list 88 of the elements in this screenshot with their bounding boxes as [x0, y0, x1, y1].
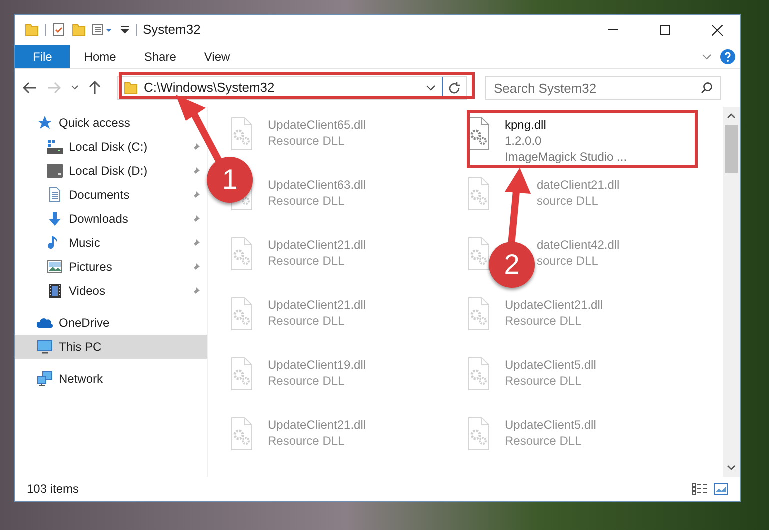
sidebar-label: Documents	[69, 187, 131, 204]
dropdown-icon[interactable]	[120, 25, 130, 35]
refresh-icon[interactable]	[448, 82, 461, 94]
view-options-icon[interactable]	[92, 23, 114, 37]
sidebar-label: Pictures	[69, 259, 114, 276]
file-detail[interactable]: Resource DLL	[268, 193, 366, 209]
document-icon	[47, 187, 63, 203]
search-field[interactable]: Search System32	[485, 76, 721, 100]
address-path: C:\Windows\System32	[144, 79, 275, 98]
file-detail[interactable]: Resource DLL	[268, 133, 366, 149]
scroll-up-icon[interactable]	[727, 113, 736, 119]
file-detail[interactable]: Resource DLL	[505, 313, 604, 329]
file-name[interactable]: UpdateClient21.dll	[268, 297, 366, 313]
sidebar-label: Music	[69, 235, 102, 252]
help-icon[interactable]	[720, 48, 736, 64]
properties-icon[interactable]	[52, 23, 66, 37]
sidebar-item[interactable]: Local Disk (D:)	[15, 159, 207, 183]
close-icon	[712, 24, 722, 36]
sidebar-item[interactable]: Downloads	[15, 207, 207, 231]
sidebar-item[interactable]: This PC	[15, 335, 207, 359]
minimize-icon	[608, 29, 618, 31]
file-name[interactable]: UpdateClient21.dll	[268, 417, 366, 433]
sidebar-label: Local Disk (C:)	[69, 139, 149, 156]
picture-icon	[47, 259, 63, 275]
file-detail[interactable]: 1.2.0.0	[505, 133, 628, 149]
search-icon	[701, 82, 713, 94]
sidebar-item[interactable]: Network	[15, 367, 207, 391]
details-view-icon[interactable]	[692, 483, 708, 495]
folder-icon[interactable]	[25, 23, 39, 37]
file-name[interactable]: UpdateClient21.dll	[505, 297, 604, 313]
film-icon	[47, 283, 63, 299]
address-bar[interactable]: C:\Windows\System32	[117, 76, 467, 100]
file-name[interactable]: dateClient42.dll	[537, 237, 620, 253]
up-arrow-icon[interactable]	[89, 81, 101, 95]
ribbon-tab[interactable]: View	[190, 45, 244, 68]
file-name[interactable]: UpdateClient21.dll	[268, 237, 366, 253]
sidebar-label: Downloads	[69, 211, 130, 228]
network-icon	[37, 371, 53, 387]
file-detail[interactable]: Resource DLL	[505, 433, 596, 449]
dropdown-caret-icon[interactable]	[426, 85, 436, 91]
file-detail[interactable]: source DLL	[537, 253, 620, 269]
expand-ribbon-icon[interactable]	[702, 54, 712, 60]
sidebar-label: Network	[59, 371, 104, 388]
file-name[interactable]: UpdateClient5.dll	[505, 417, 596, 433]
window-title: System32	[143, 21, 201, 40]
sidebar-label: This PC	[59, 339, 103, 356]
large-icons-view-icon[interactable]	[714, 483, 728, 495]
folder-icon	[124, 81, 138, 95]
file-name[interactable]: UpdateClient19.dll	[268, 357, 366, 373]
file-detail[interactable]: Resource DLL	[268, 433, 366, 449]
new-folder-icon[interactable]	[72, 23, 86, 37]
recent-locations-icon[interactable]	[71, 85, 79, 91]
file-detail[interactable]: source DLL	[537, 193, 620, 209]
star-icon	[37, 115, 53, 131]
sidebar-item[interactable]: Documents	[15, 183, 207, 207]
sidebar-label: Local Disk (D:)	[69, 163, 149, 180]
file-name[interactable]: UpdateClient65.dll	[268, 117, 366, 133]
download-arrow-icon	[47, 211, 63, 227]
sidebar-item[interactable]: Videos	[15, 279, 207, 303]
sidebar-label: Videos	[69, 283, 106, 300]
ribbon-tab[interactable]: Home	[70, 45, 130, 68]
drive-icon	[47, 163, 63, 179]
maximize-icon	[660, 25, 670, 35]
file-detail[interactable]: Resource DLL	[505, 373, 596, 389]
sidebar-label: Quick access	[59, 115, 132, 132]
ribbon-tab[interactable]: File	[15, 45, 70, 68]
scroll-down-icon[interactable]	[727, 465, 736, 471]
monitor-icon	[37, 339, 53, 355]
file-detail[interactable]: Resource DLL	[268, 253, 366, 269]
sidebar-item[interactable]: Local Disk (C:)	[15, 135, 207, 159]
item-count: 103 items	[27, 481, 80, 498]
ribbon-tab[interactable]: Share	[130, 45, 190, 68]
sidebar-item[interactable]: Pictures	[15, 255, 207, 279]
file-detail[interactable]: ImageMagick Studio ...	[505, 149, 628, 165]
back-arrow-icon[interactable]	[23, 82, 37, 94]
drive-icon	[47, 139, 63, 155]
file-detail[interactable]: Resource DLL	[268, 313, 366, 329]
scroll-thumb[interactable]	[725, 125, 738, 173]
file-name[interactable]: kpng.dll	[505, 117, 628, 133]
file-name[interactable]: UpdateClient5.dll	[505, 357, 596, 373]
sidebar-item[interactable]: Music	[15, 231, 207, 255]
file-name[interactable]: dateClient21.dll	[537, 177, 620, 193]
sidebar-item[interactable]: OneDrive	[15, 311, 207, 335]
sidebar-item[interactable]: Quick access	[15, 111, 207, 135]
scrollbar[interactable]	[723, 107, 740, 477]
sidebar-label: OneDrive	[59, 315, 111, 332]
file-detail[interactable]: Resource DLL	[268, 373, 366, 389]
file-name[interactable]: UpdateClient63.dll	[268, 177, 366, 193]
